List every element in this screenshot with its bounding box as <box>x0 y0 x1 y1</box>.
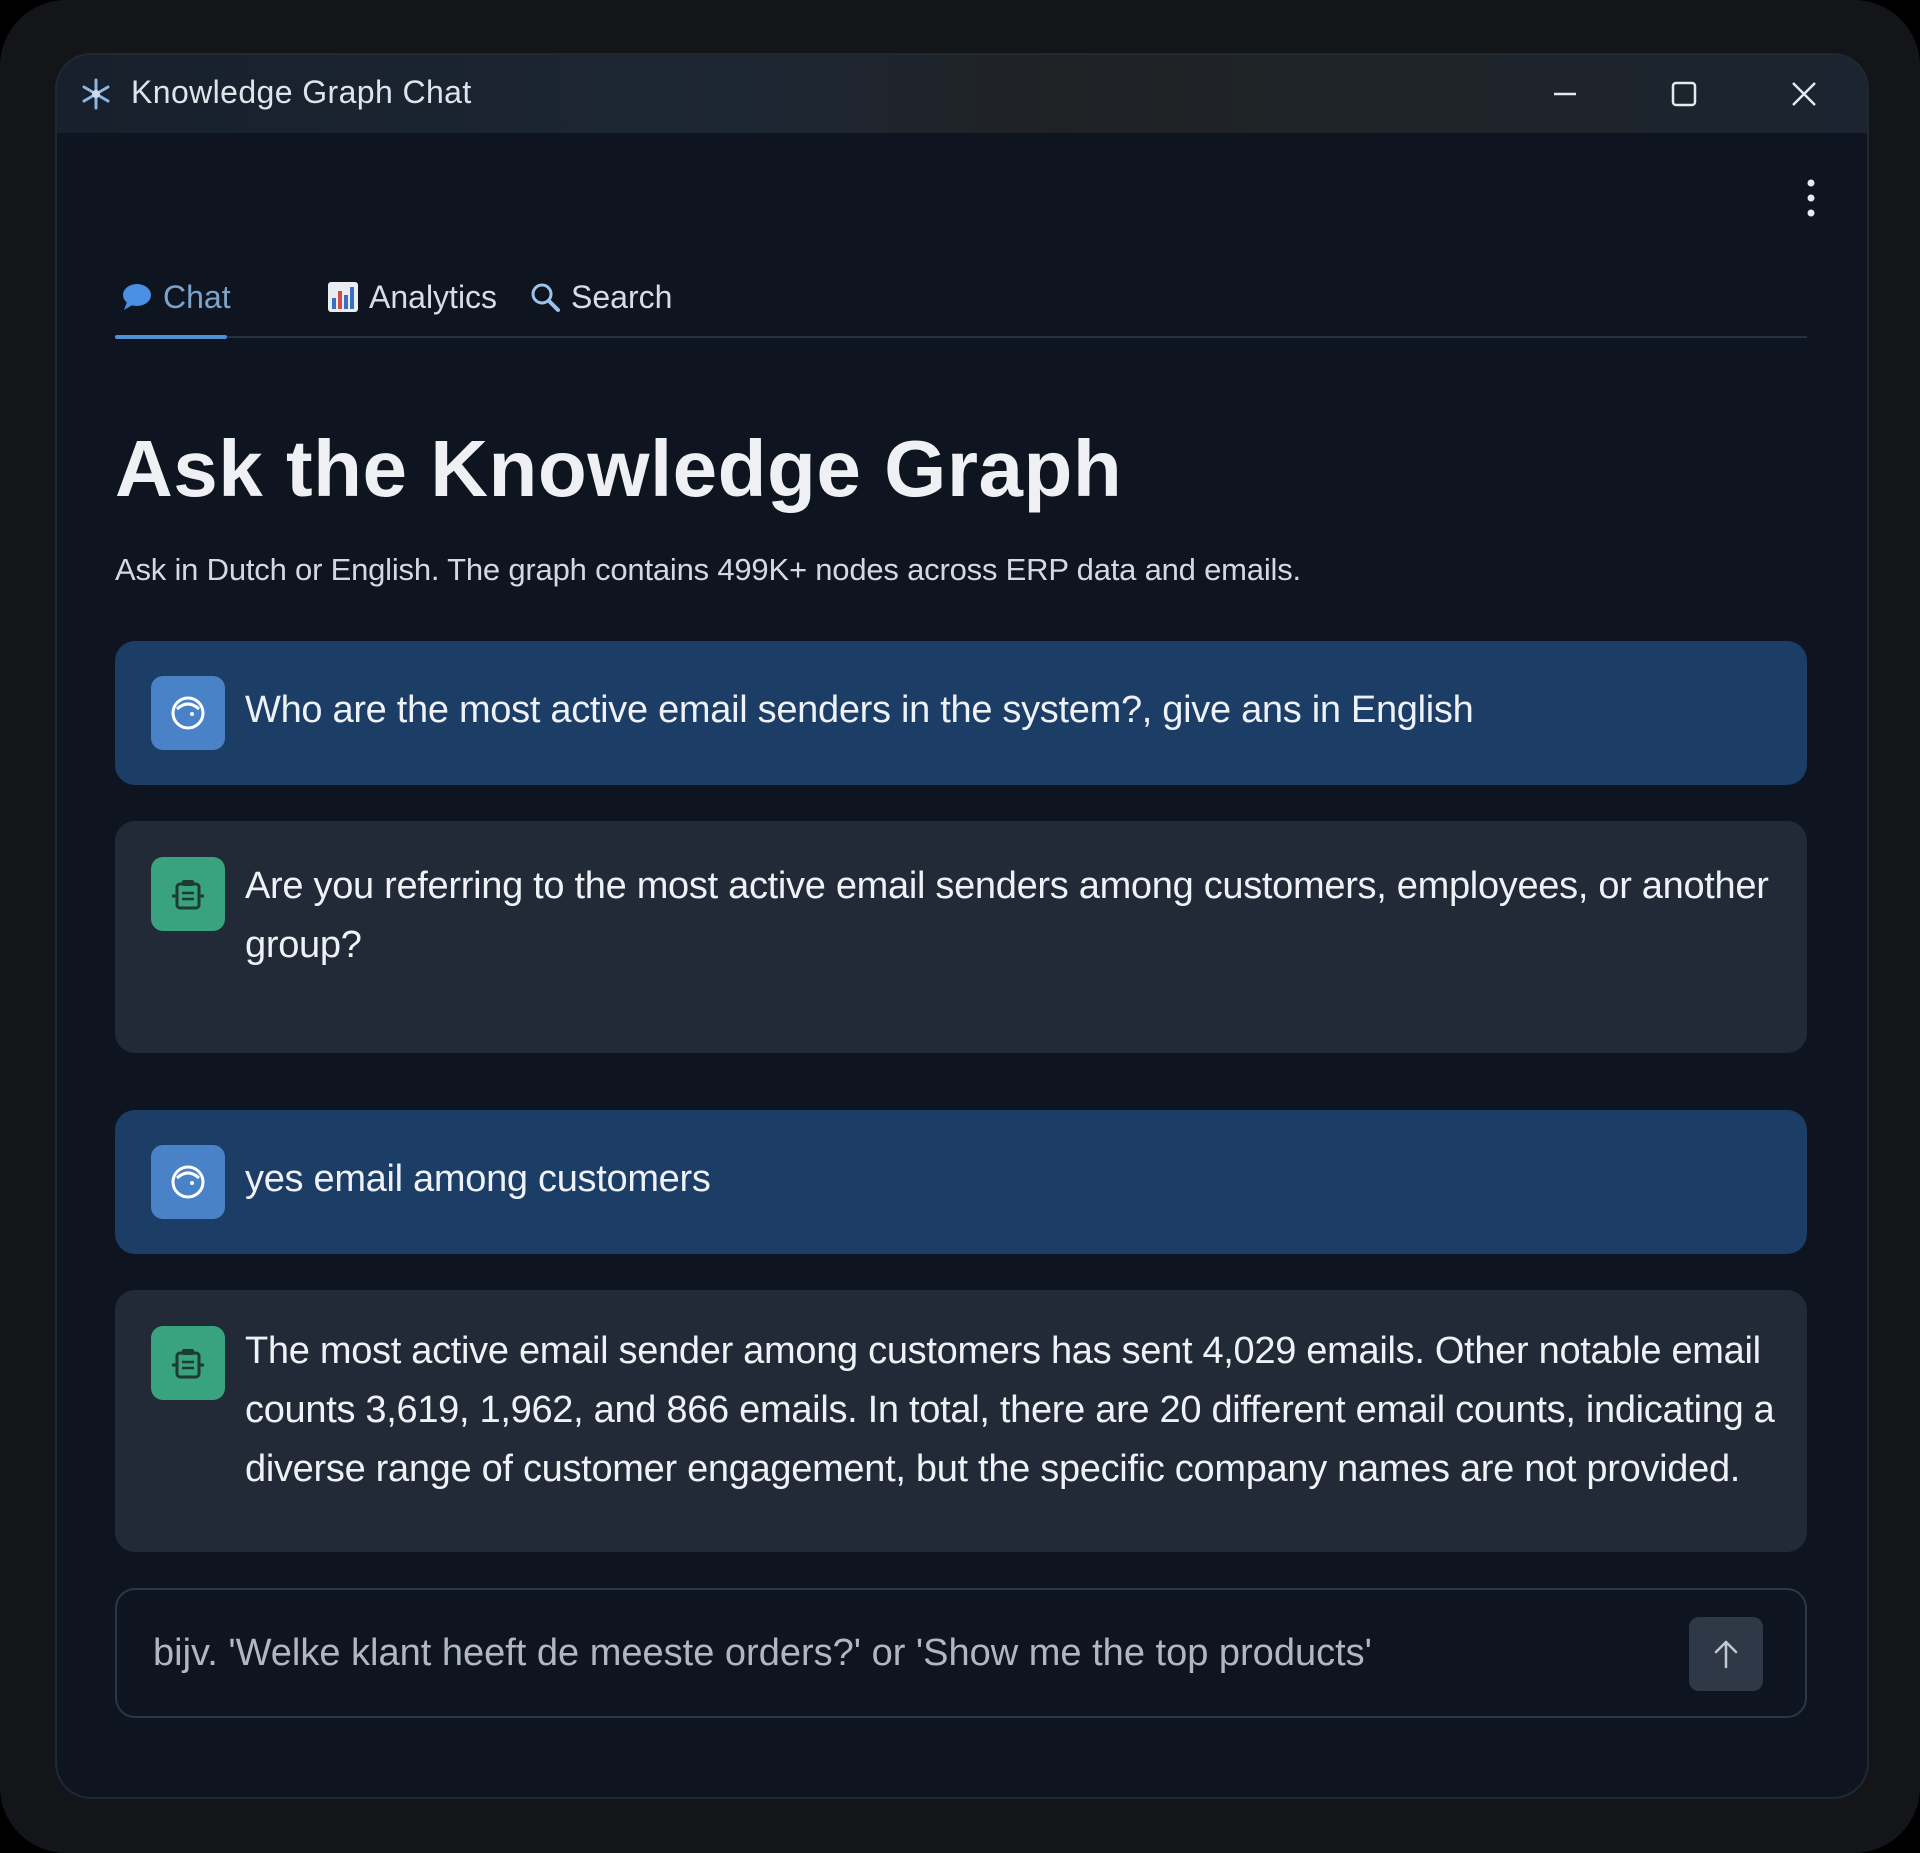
app-window: Knowledge Graph Chat Chat Analytics Sear… <box>57 55 1867 1797</box>
message-text: The most active email sender among custo… <box>245 1330 1775 1490</box>
tab-bar: Chat Analytics Search <box>115 263 1807 331</box>
close-button[interactable] <box>1774 69 1834 119</box>
user-message: Who are the most active email senders in… <box>115 641 1807 785</box>
title-bar[interactable]: Knowledge Graph Chat <box>57 55 1867 133</box>
bar-chart-icon <box>327 281 359 313</box>
tab-analytics-label: Analytics <box>369 278 498 315</box>
active-tab-indicator <box>115 335 227 339</box>
chat-input[interactable] <box>153 1620 1603 1686</box>
maximize-button[interactable] <box>1654 69 1714 119</box>
screen-frame: Knowledge Graph Chat Chat Analytics Sear… <box>0 0 1920 1853</box>
minimize-button[interactable] <box>1535 69 1595 119</box>
close-icon <box>1792 82 1816 106</box>
message-text: Who are the most active email senders in… <box>245 689 1474 731</box>
robot-avatar-icon <box>151 857 225 931</box>
speech-bubble-icon <box>121 282 153 312</box>
message-text: Are you referring to the most active ema… <box>245 865 1769 966</box>
tab-search-label: Search <box>571 278 673 315</box>
more-options-button[interactable] <box>1799 175 1823 221</box>
tab-chat-label: Chat <box>163 278 231 315</box>
tab-chat[interactable]: Chat <box>121 263 231 331</box>
assistant-message: The most active email sender among custo… <box>115 1290 1807 1552</box>
maximize-icon <box>1671 81 1697 107</box>
page-title: Ask the Knowledge Graph <box>115 424 1123 513</box>
snowflake-icon <box>79 77 113 111</box>
chat-input-container <box>115 1588 1807 1718</box>
send-button[interactable] <box>1689 1617 1763 1691</box>
tab-divider <box>115 336 1807 338</box>
tab-search[interactable]: Search <box>529 263 672 331</box>
window-title: Knowledge Graph Chat <box>131 74 472 110</box>
tab-analytics[interactable]: Analytics <box>327 263 497 331</box>
kebab-menu-icon <box>1807 179 1815 217</box>
page-subtitle: Ask in Dutch or English. The graph conta… <box>115 552 1301 587</box>
magnifier-icon <box>529 281 561 313</box>
robot-avatar-icon <box>151 1326 225 1400</box>
assistant-message: Are you referring to the most active ema… <box>115 821 1807 1053</box>
message-text: yes email among customers <box>245 1158 711 1200</box>
minimize-icon <box>1554 92 1576 96</box>
user-avatar-icon <box>151 1145 225 1219</box>
user-avatar-icon <box>151 676 225 750</box>
arrow-up-icon <box>1714 1640 1738 1669</box>
user-message: yes email among customers <box>115 1110 1807 1254</box>
